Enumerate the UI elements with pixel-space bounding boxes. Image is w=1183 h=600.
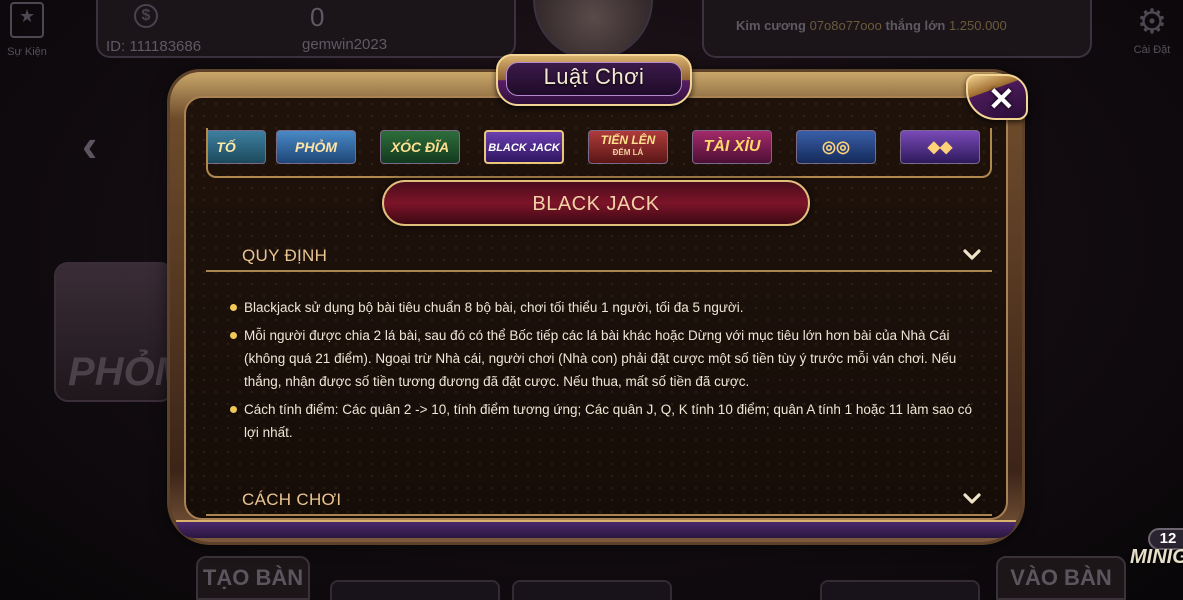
selected-game-header: BLACK JACK: [382, 180, 810, 226]
chevron-left-icon[interactable]: ‹: [82, 118, 97, 172]
jackpot-text: Kim cương 07o8o77ooo thắng lớn 1.250.000: [736, 18, 1007, 33]
bottom-tab[interactable]: [512, 580, 672, 600]
selected-game-title: BLACK JACK: [532, 193, 660, 215]
settings-label: Cài Đặt: [1133, 44, 1171, 56]
bottom-tab[interactable]: [330, 580, 500, 600]
tab-sublabel: ĐẾM LÁ: [612, 148, 644, 157]
balance: 0: [310, 2, 325, 32]
diamond-slot-icon: ◆◆: [927, 139, 953, 156]
jackpot-ticker: Kim cương 07o8o77ooo thắng lớn 1.250.000: [702, 0, 1092, 58]
dialog-title: Luật Chơi: [543, 64, 645, 89]
avatar[interactable]: [533, 0, 653, 60]
bullet-icon: [230, 304, 237, 311]
tab-diamond-slot[interactable]: ◆◆: [900, 130, 980, 164]
section-rules-title: QUY ĐỊNH: [242, 246, 328, 265]
tab-label: TỐ: [216, 139, 236, 155]
user-id: ID: 111183686: [106, 38, 202, 55]
rule-text: Cách tính điểm: Các quân 2 -> 10, tính đ…: [244, 402, 972, 440]
chevron-down-icon[interactable]: [960, 486, 984, 510]
gear-icon: ⚙: [1136, 3, 1168, 41]
chevron-down-icon[interactable]: [960, 242, 984, 266]
tab-tai-xiu[interactable]: TÀI XỈU: [692, 130, 772, 164]
section-howto-title: CÁCH CHƠI: [242, 490, 342, 509]
tab-label: BLACK JACK: [488, 142, 560, 154]
bullet-icon: [230, 406, 237, 413]
minigame-label: MINIGA: [1130, 546, 1183, 568]
slot-machine-icon: ◎◎: [822, 139, 850, 156]
rules-list: Blackjack sử dụng bộ bài tiêu chuẩn 8 bộ…: [230, 296, 990, 449]
settings-button[interactable]: ⚙ Cài Đặt: [1129, 2, 1175, 62]
dialog-bottom-rim: [176, 520, 1016, 538]
section-howto-header[interactable]: CÁCH CHƠI: [206, 482, 992, 516]
jackpot-amount: 1.250.000: [948, 18, 1007, 33]
tab-label: TÀI XỈU: [703, 138, 761, 155]
jackpot-label: Kim cương: [736, 18, 806, 33]
event-label: Sự Kiện: [7, 46, 47, 58]
top-bar: Sự Kiện $ ID: 111183686 0 gemwin2023 Kim…: [0, 0, 1183, 62]
section-rules-header[interactable]: QUY ĐỊNH: [206, 238, 992, 272]
jackpot-phone: 07o8o77ooo: [809, 18, 882, 33]
list-item: Mỗi người được chia 2 lá bài, sau đó có …: [230, 324, 990, 393]
bottom-tab[interactable]: [820, 580, 980, 600]
rule-text: Blackjack sử dụng bộ bài tiêu chuẩn 8 bộ…: [244, 300, 744, 315]
list-item: Blackjack sử dụng bộ bài tiêu chuẩn 8 bộ…: [230, 296, 990, 319]
jackpot-win-label: thắng lớn: [885, 18, 946, 33]
coin-icon: $: [134, 4, 158, 28]
tab-label: PHỎM: [295, 139, 337, 155]
rule-text: Mỗi người được chia 2 lá bài, sau đó có …: [244, 328, 957, 389]
close-icon: ✕: [988, 81, 1015, 117]
dialog-body: TỐ PHỎM XÓC ĐĨA BLACK JACK TIẾN LÊN ĐẾM …: [184, 96, 1008, 520]
username: gemwin2023: [302, 36, 388, 53]
tab-label: TIẾN LÊN: [600, 133, 656, 147]
event-button[interactable]: Sự Kiện: [4, 2, 50, 62]
user-panel: $ ID: 111183686 0 gemwin2023: [96, 0, 516, 58]
event-flag-icon: [10, 2, 44, 38]
list-item: Cách tính điểm: Các quân 2 -> 10, tính đ…: [230, 398, 990, 444]
tab-to[interactable]: TỐ: [208, 130, 266, 164]
join-table-button[interactable]: VÀO BÀN: [996, 556, 1126, 600]
minigame-button[interactable]: 12 MINIGA: [1128, 528, 1183, 588]
tab-slot-machine[interactable]: ◎◎: [796, 130, 876, 164]
tab-xoc-dia[interactable]: XÓC ĐĨA: [380, 130, 460, 164]
dialog-title-plate: Luật Chơi: [496, 54, 692, 106]
rules-dialog: TỐ PHỎM XÓC ĐĨA BLACK JACK TIẾN LÊN ĐẾM …: [170, 54, 1028, 542]
game-tabs-strip[interactable]: TỐ PHỎM XÓC ĐĨA BLACK JACK TIẾN LÊN ĐẾM …: [206, 128, 992, 178]
create-table-button[interactable]: TẠO BÀN: [196, 556, 310, 600]
bullet-icon: [230, 332, 237, 339]
tab-tien-len[interactable]: TIẾN LÊN ĐẾM LÁ: [588, 130, 668, 164]
tab-label: XÓC ĐĨA: [390, 139, 450, 155]
tab-phom[interactable]: PHỎM: [276, 130, 356, 164]
tab-black-jack[interactable]: BLACK JACK: [484, 130, 564, 164]
